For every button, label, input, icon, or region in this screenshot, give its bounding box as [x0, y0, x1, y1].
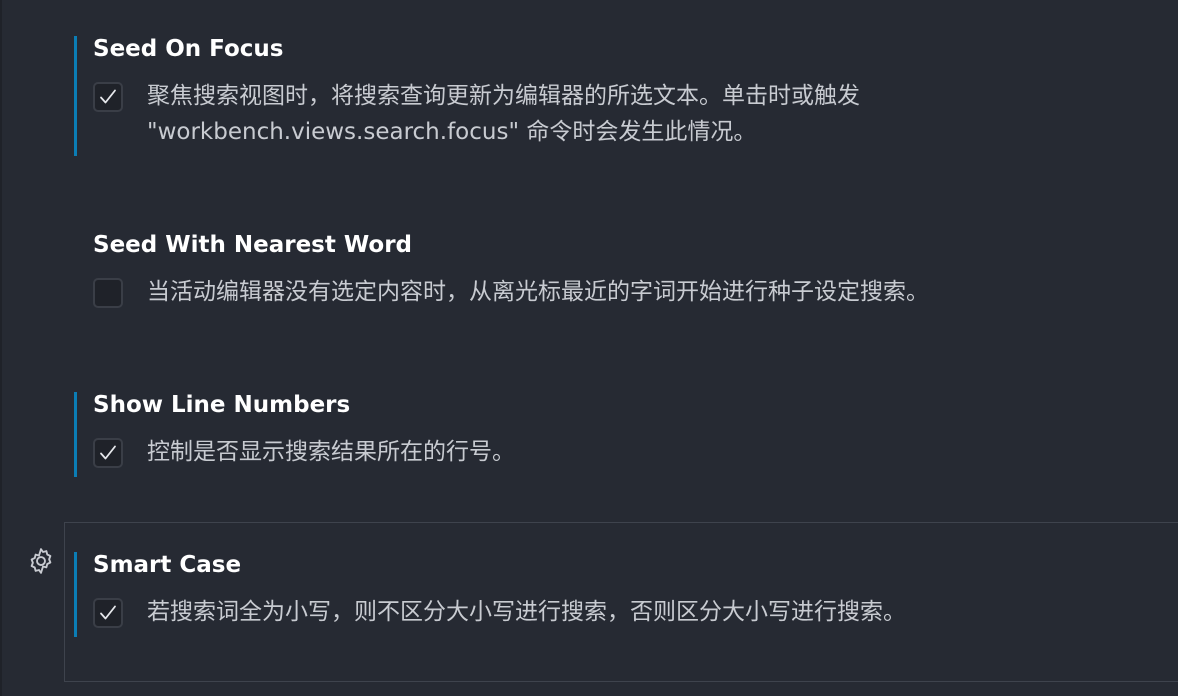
- setting-smart-case: Smart Case 若搜索词全为小写，则不区分大小写进行搜索，否则区分大小写进…: [74, 552, 1178, 637]
- check-icon: [100, 605, 116, 620]
- setting-description-line: 控制是否显示搜索结果所在的行号。: [147, 439, 515, 465]
- setting-description-line: 聚焦搜索视图时，将搜索查询更新为编辑器的所选文本。单击时或触发: [147, 83, 860, 109]
- modified-indicator: [74, 392, 77, 477]
- setting-show-line-numbers: Show Line Numbers 控制是否显示搜索结果所在的行号。: [74, 392, 1178, 477]
- modified-indicator: [74, 36, 77, 156]
- editor-left-border: [0, 0, 2, 696]
- setting-seed-on-focus: Seed On Focus 聚焦搜索视图时，将搜索查询更新为编辑器的所选文本。单…: [74, 36, 1178, 156]
- setting-seed-with-nearest-word: Seed With Nearest Word 当活动编辑器没有选定内容时，从离光…: [74, 232, 1178, 312]
- setting-checkbox[interactable]: [93, 82, 123, 112]
- setting-checkbox[interactable]: [93, 598, 123, 628]
- setting-title: Seed With Nearest Word: [93, 232, 413, 258]
- setting-title: Seed On Focus: [93, 36, 284, 62]
- setting-description-line: 当活动编辑器没有选定内容时，从离光标最近的字词开始进行种子设定搜索。: [147, 279, 929, 305]
- setting-checkbox[interactable]: [93, 438, 123, 468]
- modified-indicator: [74, 552, 77, 637]
- setting-description-line: "workbench.views.search.focus" 命令时会发生此情况…: [147, 119, 757, 145]
- settings-editor: Seed On Focus 聚焦搜索视图时，将搜索查询更新为编辑器的所选文本。单…: [0, 0, 1178, 696]
- setting-description-line: 若搜索词全为小写，则不区分大小写进行搜索，否则区分大小写进行搜索。: [147, 599, 906, 625]
- gear-icon[interactable]: [26, 546, 56, 576]
- setting-checkbox[interactable]: [93, 278, 123, 308]
- setting-title: Smart Case: [93, 552, 242, 578]
- setting-title: Show Line Numbers: [93, 392, 351, 418]
- check-icon: [100, 445, 116, 460]
- check-icon: [100, 89, 116, 104]
